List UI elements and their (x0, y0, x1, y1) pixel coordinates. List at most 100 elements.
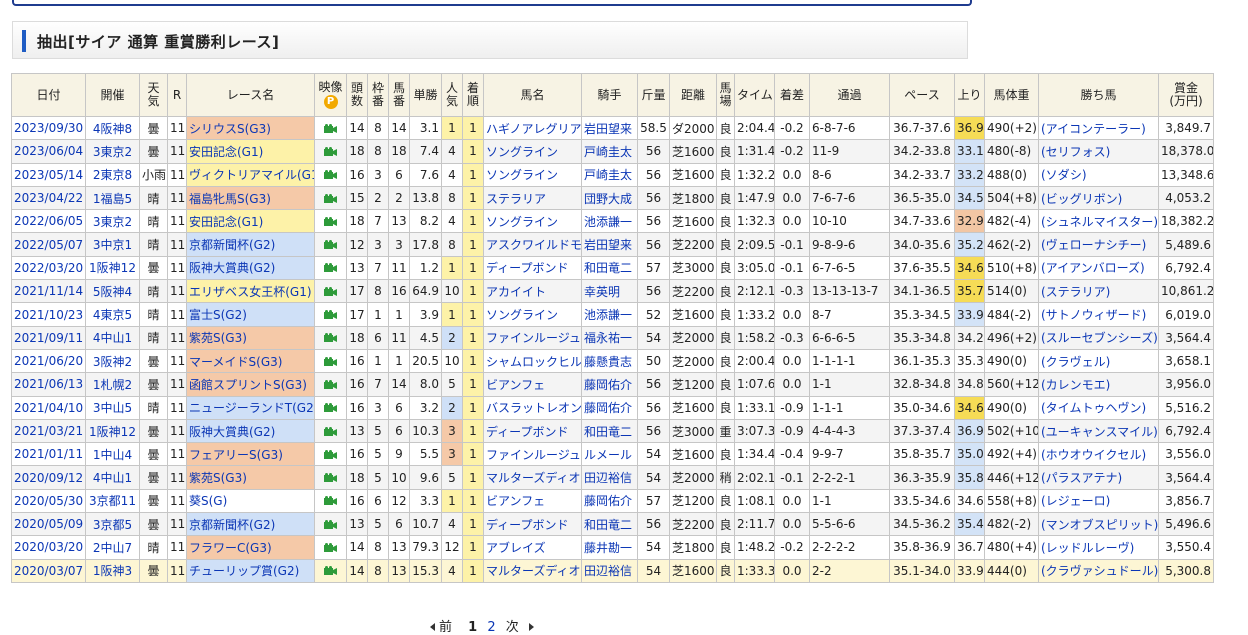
winner-link-text[interactable]: (ヴェローナシチー) (1041, 238, 1146, 252)
venue-link[interactable]: 1阪神3 (85, 558, 140, 583)
col-number[interactable]: 馬 番 (388, 73, 410, 117)
venue-link[interactable]: 2東京8 (85, 162, 140, 187)
video-camera-icon[interactable] (324, 519, 337, 530)
race-name-link[interactable]: 京都新聞杯(G2) (186, 512, 315, 537)
winner-link[interactable]: (アイアンバローズ) (1038, 255, 1159, 281)
jockey-link[interactable]: 岩田望来 (581, 115, 638, 141)
col-odds[interactable]: 単勝 (409, 73, 442, 117)
race-name-link[interactable]: 京都新聞杯(G2) (186, 232, 315, 257)
winner-link-text[interactable]: (スルーセブンシーズ) (1041, 331, 1158, 345)
horse-link[interactable]: ソングライン (483, 162, 582, 187)
jockey-link-text[interactable]: 戸崎圭太 (584, 168, 632, 182)
jockey-link-text[interactable]: ルメール (584, 448, 632, 462)
col-finish[interactable]: 着 順 (462, 73, 484, 117)
video-camera-icon[interactable] (324, 449, 337, 460)
winner-link-text[interactable]: (クラヴァシュドール) (1041, 564, 1158, 578)
winner-link[interactable]: (マンオブスピリット) (1038, 512, 1159, 537)
jockey-link[interactable]: 幸英明 (581, 279, 638, 304)
date-link-text[interactable]: 2021/03/21 (14, 424, 83, 438)
video-cell[interactable] (314, 185, 347, 211)
jockey-link[interactable]: 団野大成 (581, 185, 638, 211)
horse-link-text[interactable]: ステラリア (486, 192, 546, 206)
col-jockey[interactable]: 騎手 (581, 73, 638, 117)
race-name-link-text[interactable]: フラワーC(G3) (189, 541, 272, 555)
video-camera-icon[interactable] (324, 379, 337, 390)
race-name-link[interactable]: ニュージーランドT(G2) (186, 395, 315, 420)
race-name-link[interactable]: 函館スプリントS(G3) (186, 372, 315, 397)
horse-link-text[interactable]: ビアンフェ (486, 494, 545, 508)
video-cell[interactable] (314, 535, 347, 560)
race-name-link[interactable]: 阪神大賞典(G2) (186, 418, 315, 444)
jockey-link-text[interactable]: 藤岡佑介 (584, 494, 632, 508)
venue-link-text[interactable]: 3東京2 (93, 215, 132, 229)
venue-link-text[interactable]: 4阪神8 (93, 122, 132, 136)
venue-link[interactable]: 4中山1 (85, 325, 140, 350)
winner-link[interactable]: (シュネルマイスター) (1038, 209, 1159, 234)
video-cell[interactable] (314, 302, 347, 327)
col-race-name[interactable]: レース名 (186, 73, 315, 117)
date-link[interactable]: 2020/03/07 (11, 558, 86, 583)
date-link-text[interactable]: 2022/03/20 (14, 261, 83, 275)
video-cell[interactable] (314, 558, 347, 583)
venue-link-text[interactable]: 2東京8 (93, 168, 132, 182)
venue-link-text[interactable]: 5阪神4 (93, 285, 132, 299)
prev-link[interactable]: 前 (430, 620, 458, 635)
venue-link[interactable]: 4東京5 (85, 302, 140, 327)
video-camera-icon[interactable] (324, 473, 337, 483)
date-link-text[interactable]: 2021/09/11 (14, 331, 83, 345)
video-cell[interactable] (314, 209, 347, 234)
next-link[interactable]: 次 (506, 620, 534, 635)
venue-link-text[interactable]: 3京都11 (89, 494, 136, 508)
jockey-link[interactable]: 藤岡佑介 (581, 488, 638, 514)
jockey-link[interactable]: 藤懸貴志 (581, 348, 638, 374)
horse-link[interactable]: ビアンフェ (483, 372, 582, 397)
col-last3f[interactable]: 上り (954, 73, 985, 117)
col-prize[interactable]: 賞金 (万円) (1158, 73, 1214, 117)
race-name-link[interactable]: マーメイドS(G3) (186, 348, 315, 374)
col-race-no[interactable]: R (167, 73, 187, 117)
winner-link-text[interactable]: (カレンモエ) (1041, 378, 1110, 392)
horse-link-text[interactable]: シャムロックヒル (486, 355, 581, 369)
date-link[interactable]: 2022/05/07 (11, 232, 86, 257)
col-margin[interactable]: 着差 (774, 73, 810, 117)
jockey-link[interactable]: 藤岡佑介 (581, 372, 638, 397)
horse-link-text[interactable]: ディープボンド (486, 518, 568, 532)
winner-link[interactable]: (ステラリア) (1038, 279, 1159, 304)
video-cell[interactable] (314, 348, 347, 374)
video-cell[interactable] (314, 325, 347, 350)
race-name-link-text[interactable]: エリザベス女王杯(G1) (189, 285, 312, 299)
date-link[interactable]: 2022/06/05 (11, 209, 86, 234)
race-name-link[interactable]: ヴィクトリアマイル(G1) (186, 162, 315, 187)
winner-link-text[interactable]: (レッドルレーヴ) (1041, 541, 1134, 555)
race-name-link-text[interactable]: 安田記念(G1) (189, 215, 263, 229)
race-name-link-text[interactable]: ニュージーランドT(G2) (189, 401, 314, 415)
jockey-link[interactable]: 和田竜二 (581, 418, 638, 444)
venue-link[interactable]: 5阪神4 (85, 279, 140, 304)
winner-link-text[interactable]: (セリフォス) (1041, 145, 1110, 159)
race-name-link-text[interactable]: ヴィクトリアマイル(G1) (189, 168, 314, 182)
venue-link-text[interactable]: 2中山7 (93, 541, 132, 555)
video-camera-icon[interactable] (324, 263, 337, 273)
race-name-link-text[interactable]: 函館スプリントS(G3) (189, 378, 307, 392)
venue-link-text[interactable]: 1中山4 (93, 448, 132, 462)
col-venue[interactable]: 開催 (85, 73, 140, 117)
horse-link[interactable]: ソングライン (483, 209, 582, 234)
venue-link-text[interactable]: 1札幌2 (93, 378, 132, 392)
date-link-text[interactable]: 2020/03/07 (14, 564, 83, 578)
winner-link-text[interactable]: (レジェーロ) (1041, 494, 1110, 508)
video-camera-icon[interactable] (324, 403, 337, 413)
venue-link[interactable]: 1札幌2 (85, 372, 140, 397)
venue-link[interactable]: 3中山5 (85, 395, 140, 420)
venue-link[interactable]: 3京都11 (85, 488, 140, 514)
winner-link[interactable]: (アイコンテーラー) (1038, 115, 1159, 141)
race-name-link[interactable]: 福島牝馬S(G3) (186, 185, 315, 211)
winner-link[interactable]: (サトノウィザード) (1038, 302, 1159, 327)
horse-link-text[interactable]: ファインルージュ (486, 448, 581, 462)
video-cell[interactable] (314, 115, 347, 141)
video-cell[interactable] (314, 162, 347, 187)
venue-link-text[interactable]: 4東京5 (93, 308, 132, 322)
venue-link-text[interactable]: 3京都5 (93, 518, 132, 532)
jockey-link-text[interactable]: 幸英明 (584, 285, 620, 299)
video-cell[interactable] (314, 418, 347, 444)
venue-link-text[interactable]: 3阪神2 (93, 355, 132, 369)
